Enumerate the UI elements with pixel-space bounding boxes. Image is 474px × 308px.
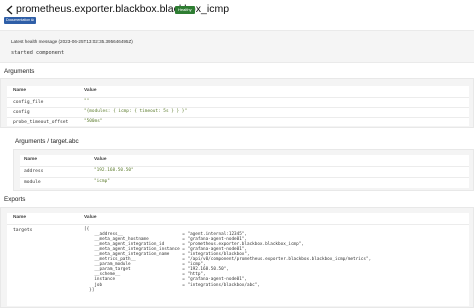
- health-message-panel: Latest health message (2023-06-25T13:02:…: [0, 30, 474, 63]
- arguments-heading: Arguments: [4, 68, 35, 75]
- table-row: address "192.168.50.50": [20, 166, 469, 177]
- column-header-value: Value: [84, 88, 97, 93]
- column-header-name: Name: [13, 88, 27, 93]
- table-row: config "{modules: { icmp: { timeout: 5s …: [7, 107, 469, 117]
- argument-name: address: [24, 169, 44, 174]
- argument-name: config: [13, 110, 30, 115]
- exports-table: Name Value targets [{ __address__ = "age…: [7, 213, 469, 306]
- target-arguments-panel: Name Value address "192.168.50.50" modul…: [13, 149, 474, 191]
- argument-value: "icmp": [94, 179, 110, 184]
- arguments-panel: Name Value config_file "" config "{modul…: [0, 78, 474, 128]
- column-header-value: Value: [94, 157, 107, 162]
- target-arguments-table: Name Value address "192.168.50.50" modul…: [20, 155, 469, 188]
- argument-name: probe_timeout_offset: [13, 120, 69, 125]
- health-message-label: Latest health message (2023-06-25T13:02:…: [11, 39, 133, 44]
- table-row: probe_timeout_offset "500ms": [7, 117, 469, 126]
- back-arrow-icon[interactable]: [5, 5, 15, 15]
- health-status-badge: Healthy: [175, 6, 195, 14]
- table-row: module "icmp": [20, 177, 469, 188]
- column-header-value: Value: [84, 215, 97, 220]
- arguments-table: Name Value config_file "" config "{modul…: [7, 86, 469, 126]
- exports-heading: Exports: [4, 196, 26, 203]
- column-header-name: Name: [13, 215, 27, 220]
- table-row: config_file "": [7, 97, 469, 107]
- export-name: targets: [13, 228, 33, 233]
- column-header-name: Name: [24, 157, 38, 162]
- argument-value: "500ms": [84, 119, 103, 124]
- documentation-link[interactable]: Documentation ⧉: [4, 17, 36, 24]
- table-row: targets [{ __address__ = "agent.internal…: [7, 224, 469, 306]
- argument-value: "192.168.50.50": [94, 168, 134, 173]
- argument-name: module: [24, 180, 41, 185]
- export-value: [{ __address__ = "agent.internal:12345",…: [84, 227, 372, 293]
- exports-panel: Name Value targets [{ __address__ = "age…: [0, 207, 474, 308]
- page-title: prometheus.exporter.blackbox.blackbox_ic…: [16, 3, 230, 15]
- health-message-text: started component: [11, 50, 65, 56]
- argument-value: "": [84, 99, 90, 104]
- argument-name: config_file: [13, 100, 44, 105]
- argument-value: "{modules: { icmp: { timeout: 5s } } }": [84, 109, 188, 114]
- target-arguments-heading: Arguments / target.abc: [15, 138, 79, 145]
